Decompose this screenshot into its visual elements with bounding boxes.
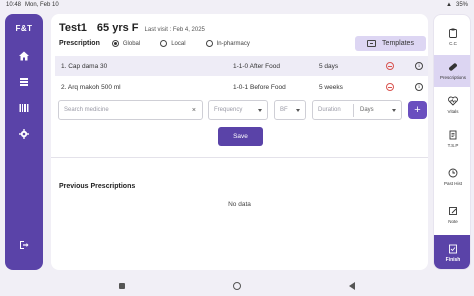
battery-level: 35% [455,2,468,8]
last-visit: Last visit : Feb 4, 2025 [144,27,205,33]
nav-past-hist-label: Past Hist [443,181,462,186]
radio-local[interactable]: Local [160,40,186,47]
nav-prescriptions[interactable]: Prescriptions [434,55,470,87]
medicine-name: 2. Arq makoh 500 ml [61,83,121,91]
medicine-name: 1. Cap dama 30 [61,62,108,70]
patient-age: 65 yrs F [96,22,139,34]
nav-past-hist[interactable]: Past Hist [434,161,470,193]
home-button[interactable] [13,47,35,65]
frequency-select[interactable]: Frequency [208,100,268,120]
radio-local-label: Local [171,40,186,47]
templates-label: Templates [382,40,414,47]
radio-global[interactable]: Global [111,40,141,47]
pill-icon [449,63,457,71]
right-nav-rail: C.C Prescriptions Vitals T.S.P Past Hist… [433,14,471,270]
templates-button[interactable]: Templates [355,36,426,51]
search-medicine-input[interactable]: Search medicine × [58,100,203,120]
previous-prescriptions-title: Previous Prescriptions [59,183,136,190]
status-bar: 10:48 Mon, Feb 10 ▲ 35% [0,0,474,10]
medicine-row: 1. Cap dama 30 1-1-0 After Food 5 days i [55,56,428,76]
info-icon[interactable]: i [415,62,423,70]
prescription-label: Prescription [59,40,100,47]
left-nav-rail: F&T [5,14,43,270]
patient-header: Test1 65 yrs F Last visit : Feb 4, 2025 [59,22,205,34]
duration-unit[interactable]: Days [360,107,374,113]
frequency-placeholder: Frequency [214,107,243,113]
empty-state-text: No data [228,201,251,208]
chevron-down-icon [392,108,396,112]
remove-icon[interactable] [386,83,394,91]
search-placeholder: Search medicine [64,107,109,113]
note-icon [449,207,457,215]
template-icon [367,40,377,47]
food-timing-value: BF [280,107,288,113]
history-icon [448,168,458,178]
medicine-dose: 1-0-1 Before Food [233,83,286,91]
nav-prescriptions-label: Prescriptions [439,75,466,80]
system-nav-bar [0,276,474,296]
document-icon [449,130,457,140]
finish-icon [449,244,457,253]
nav-vitals-label: Vitals [447,109,459,114]
radio-in-pharmacy-label: In-pharmacy [216,40,250,47]
chevron-down-icon [296,108,300,112]
radio-dot [205,40,213,47]
nav-cc[interactable]: C.C [434,21,470,53]
clear-icon[interactable]: × [192,107,196,114]
save-button[interactable]: Save [218,127,263,146]
nav-tsp[interactable]: T.S.P [434,123,470,155]
duration-placeholder: Duration [318,107,341,113]
remove-icon[interactable] [386,62,394,70]
divider [353,104,354,117]
nav-note[interactable]: Note [434,199,470,231]
gear-icon [19,129,29,139]
nav-cc-label: C.C [449,41,457,46]
list-button[interactable] [13,73,35,91]
medicine-duration: 5 days [319,62,339,70]
chevron-down-icon [258,108,262,112]
nav-vitals[interactable]: Vitals [434,89,470,121]
logout-icon [20,241,29,249]
recents-button[interactable] [119,283,125,289]
nav-note-label: Note [448,219,458,224]
list-icon [20,78,28,86]
radio-dot-selected [111,40,119,47]
home-icon [19,51,29,61]
app-logo: F&T [15,24,33,33]
main-panel: Test1 65 yrs F Last visit : Feb 4, 2025 … [51,14,428,270]
home-system-button[interactable] [233,282,241,290]
medicine-row: 2. Arq makoh 500 ml 1-0-1 Before Food 5 … [55,77,428,97]
nav-tsp-label: T.S.P [447,143,459,148]
info-icon[interactable]: i [415,83,423,91]
clipboard-icon [449,28,457,38]
barcode-button[interactable] [13,99,35,117]
section-divider [51,157,428,158]
finish-button[interactable]: Finish [434,235,470,269]
prescription-type-row: Prescription Global Local In-pharmacy [59,40,250,47]
medicine-dose: 1-1-0 After Food [233,62,280,70]
wifi-icon: ▲ [446,2,452,8]
medicine-duration: 5 weeks [319,83,343,91]
add-medicine-button[interactable]: + [408,101,427,119]
barcode-icon [19,104,29,112]
food-timing-select[interactable]: BF [274,100,306,120]
radio-in-pharmacy[interactable]: In-pharmacy [205,40,250,47]
logout-button[interactable] [13,236,35,254]
radio-dot [160,40,168,47]
duration-input[interactable]: Duration Days [312,100,402,120]
status-date: Mon, Feb 10 [25,2,59,8]
heartbeat-icon [448,96,458,106]
status-time: 10:48 [6,2,22,8]
radio-global-label: Global [122,40,141,47]
back-button[interactable] [349,282,355,290]
settings-button[interactable] [13,125,35,143]
finish-label: Finish [445,256,461,263]
patient-name: Test1 [59,22,87,34]
